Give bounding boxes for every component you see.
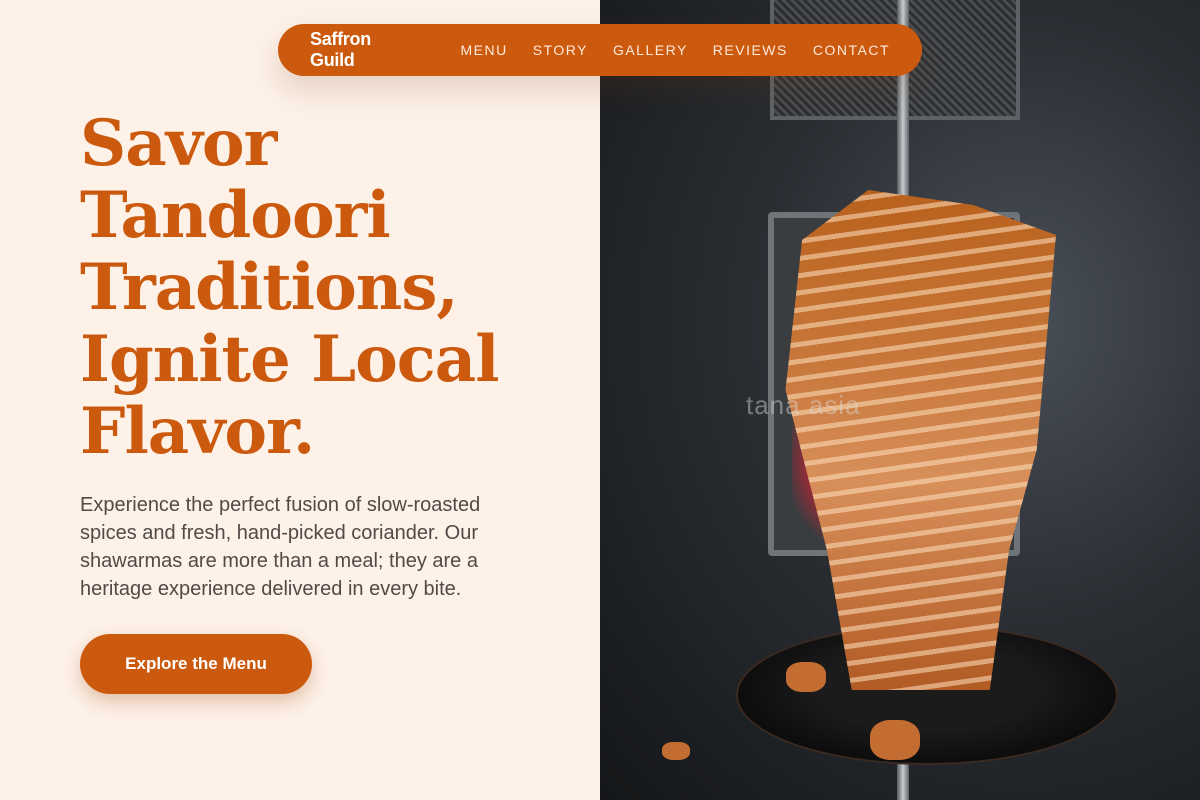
nav-link-story[interactable]: STORY: [533, 42, 588, 58]
brand-logo[interactable]: Saffron Guild: [310, 29, 412, 71]
photo-watermark: tana asia: [746, 390, 861, 420]
headline-line-3: Traditions,: [80, 250, 459, 325]
nav-link-contact[interactable]: CONTACT: [813, 42, 890, 58]
headline-line-1: Savor: [80, 106, 277, 181]
headline-line-2: Tandoori: [80, 178, 391, 253]
main-navigation: Saffron Guild MENU STORY GALLERY REVIEWS…: [278, 24, 922, 76]
headline-line-5: Flavor.: [80, 394, 315, 469]
explore-menu-button[interactable]: Explore the Menu: [80, 634, 312, 694]
nav-link-reviews[interactable]: REVIEWS: [713, 42, 788, 58]
shawarma-meat-cone: [785, 190, 1056, 690]
hero-description: Experience the perfect fusion of slow-ro…: [80, 494, 481, 600]
meat-crumb: [870, 720, 920, 760]
hero-panel: Savor Tandoori Traditions, Ignite Local …: [0, 0, 600, 800]
meat-crumb: [662, 742, 690, 760]
meat-crumb: [786, 662, 826, 692]
nav-link-gallery[interactable]: GALLERY: [613, 42, 688, 58]
headline-line-4: Ignite Local: [80, 322, 500, 397]
nav-link-menu[interactable]: MENU: [460, 42, 507, 58]
hero-headline: Savor Tandoori Traditions, Ignite Local …: [80, 108, 580, 468]
shawarma-photo: tana asia: [600, 0, 1200, 800]
nav-links: MENU STORY GALLERY REVIEWS CONTACT: [460, 42, 890, 58]
